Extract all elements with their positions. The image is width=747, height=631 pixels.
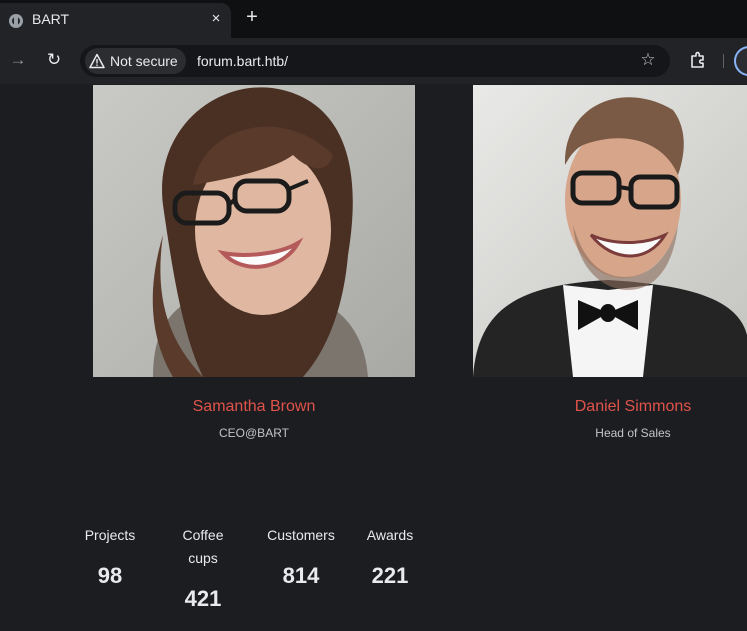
security-chip[interactable]: Not secure [85,48,186,74]
tab-strip: BART × + [0,0,747,38]
team-member-role: CEO@BART [219,426,289,440]
stat-value: 814 [282,563,320,588]
profile-avatar[interactable] [734,46,747,76]
browser-toolbar: → ↻ Not secure forum.bart.htb/ ☆ [0,38,747,84]
warning-icon [89,53,105,69]
globe-icon [9,14,23,28]
team-member-photo [473,85,747,377]
portrait-woman-image [152,87,368,377]
reload-icon[interactable]: ↻ [44,50,64,70]
bookmark-star-icon[interactable]: ☆ [638,50,658,70]
team-member-photo [93,85,415,377]
stat-value: 421 [184,586,222,611]
forward-icon[interactable]: → [8,50,28,70]
stat-value: 221 [371,563,409,588]
url-text[interactable]: forum.bart.htb/ [197,53,288,69]
extensions-icon[interactable] [689,51,707,69]
stat-customers: Customers 814 [258,524,344,589]
close-icon[interactable]: × [207,10,225,28]
browser-tab[interactable]: BART × [0,3,231,38]
team-member-role: Head of Sales [595,426,671,440]
team-member-name: Daniel Simmons [574,398,692,415]
toolbar-divider [723,54,724,68]
stat-awards: Awards 221 [356,524,424,589]
security-label: Not secure [110,53,178,69]
stat-label: Customers [267,527,335,543]
stat-label: Coffee cups [182,527,224,566]
portrait-man-image [473,97,747,377]
stat-label: Projects [84,527,136,543]
address-bar[interactable]: Not secure forum.bart.htb/ ☆ [80,45,670,77]
page-content: Samantha Brown CEO@BART Daniel Simmons H… [0,84,747,631]
stat-projects: Projects 98 [72,524,148,589]
stat-label: Awards [366,527,414,543]
stat-value: 98 [97,563,123,588]
new-tab-icon[interactable]: + [243,7,261,27]
stat-coffee-cups: Coffee cups 421 [166,524,240,612]
team-member-name: Samantha Brown [192,398,316,415]
tab-title: BART [32,11,70,27]
